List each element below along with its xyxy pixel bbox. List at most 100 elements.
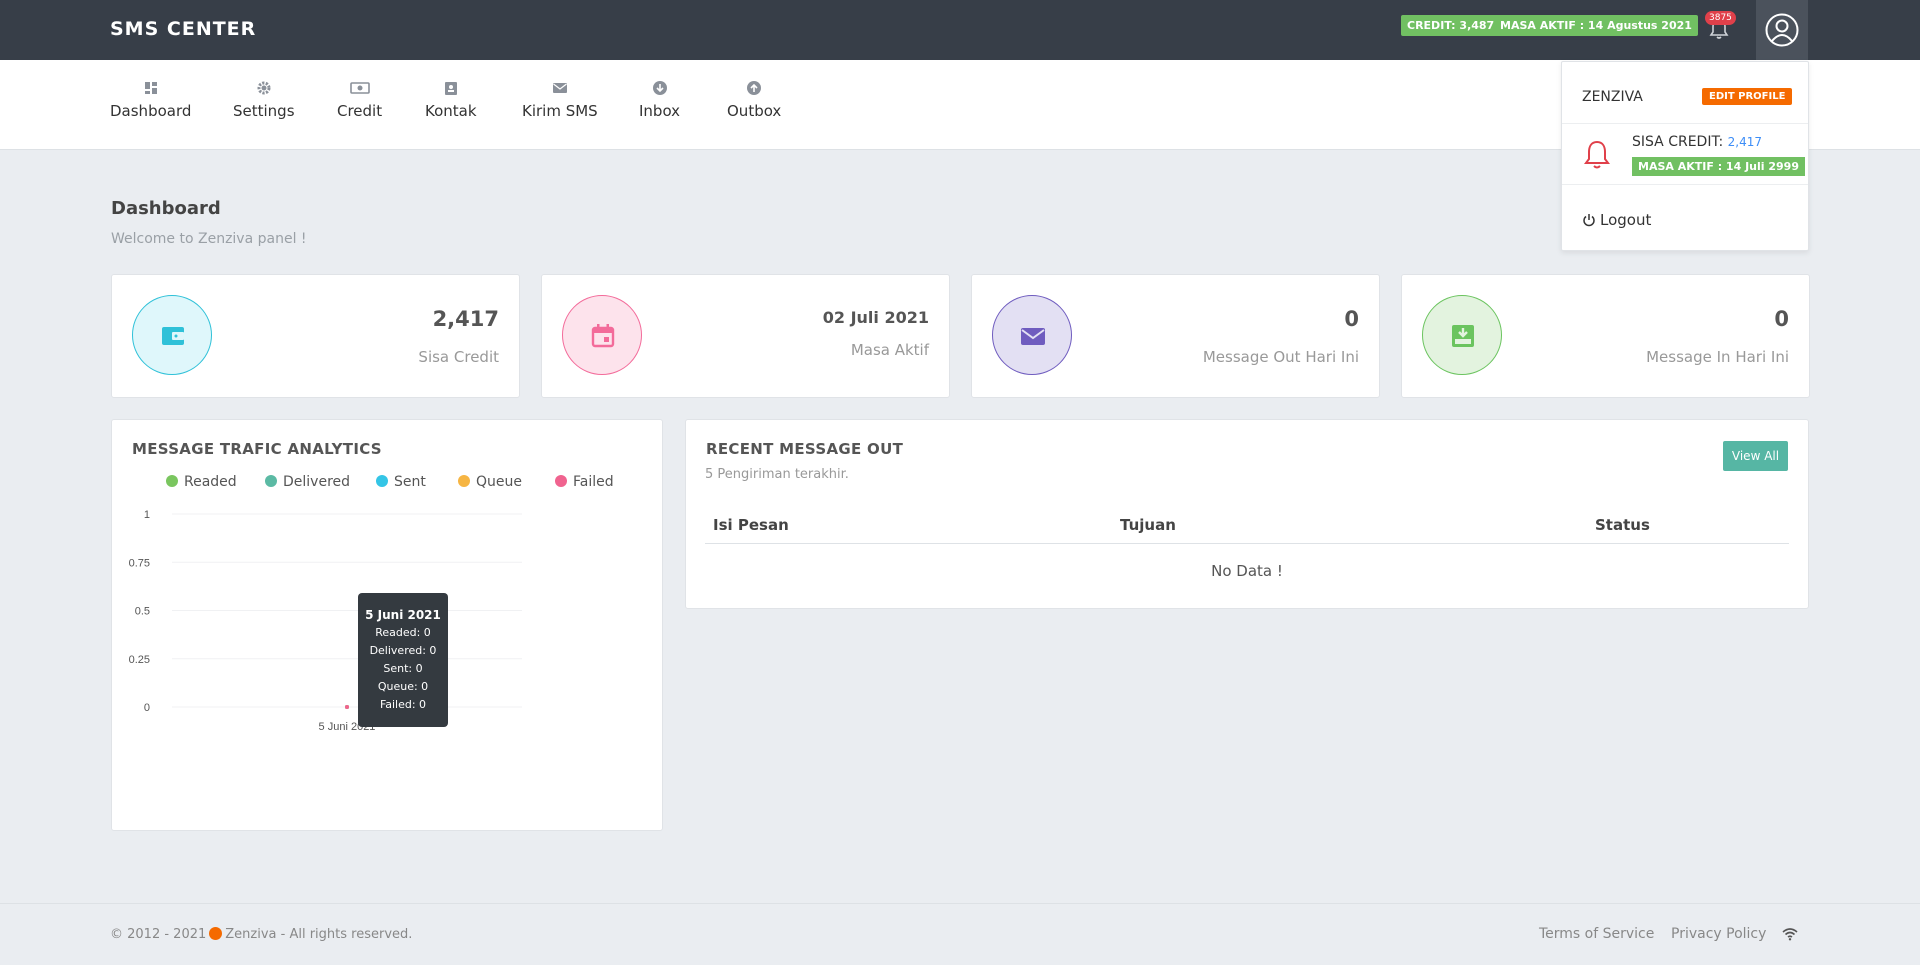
nav-dashboard[interactable]: Dashboard	[110, 80, 191, 120]
copyright-text: © 2012 - 2021 Zenziva - All rights reserv…	[110, 927, 412, 942]
y-tick-label: 1	[144, 509, 150, 521]
nav-inbox[interactable]: Inbox	[639, 80, 680, 120]
stat-value: 2,417	[432, 307, 499, 331]
user-dropdown-menu: ZENZIVA EDIT PROFILE SISA CREDIT: 2,417 …	[1561, 61, 1809, 251]
recent-subtitle: 5 Pengiriman terakhir.	[705, 467, 849, 482]
wallet-icon	[162, 327, 184, 345]
dashboard-icon	[144, 82, 157, 94]
sisa-credit-label: SISA CREDIT:	[1632, 134, 1724, 150]
sisa-credit-value: 2,417	[1727, 135, 1762, 149]
logout-button[interactable]: Logout	[1582, 211, 1651, 229]
notification-count-badge: 3875	[1705, 11, 1736, 25]
terms-link[interactable]: Terms of Service	[1539, 926, 1654, 942]
legend-item-failed[interactable]: Failed	[555, 474, 614, 490]
stat-label: Masa Aktif	[850, 341, 929, 359]
stat-value: 0	[1774, 307, 1789, 331]
stat-label: Message Out Hari Ini	[1202, 348, 1359, 366]
zenziva-logo-icon	[209, 927, 223, 940]
nav-label: Outbox	[727, 102, 782, 120]
privacy-link[interactable]: Privacy Policy	[1671, 926, 1766, 942]
legend-dot-icon	[555, 475, 567, 487]
footer: © 2012 - 2021 Zenziva - All rights reserv…	[0, 903, 1920, 965]
legend-dot-icon	[265, 475, 277, 487]
analytics-card: MESSAGE TRAFIC ANALYTICS 1 0.75 0.5 0.25 0 5 …	[111, 419, 663, 831]
money-icon	[349, 82, 370, 94]
logout-label: Logout	[1600, 211, 1652, 229]
envelope-icon	[552, 83, 567, 93]
nav-label: Credit	[337, 102, 383, 120]
mail-icon	[1021, 328, 1045, 345]
empty-table-message: No Data !	[1211, 562, 1283, 580]
tooltip-line: Sent: 0	[383, 662, 423, 675]
nav-label: Settings	[233, 102, 295, 120]
stat-card-message-out: 0 Message Out Hari Ini	[971, 274, 1380, 398]
nav-label: Kontak	[425, 102, 477, 120]
column-header-tujuan[interactable]: Tujuan	[1120, 516, 1176, 534]
legend-dot-icon	[376, 475, 388, 487]
stat-icon-circle	[132, 295, 212, 375]
data-point-failed[interactable]	[345, 705, 349, 709]
stat-card-message-in: 0 Message In Hari Ini	[1401, 274, 1810, 398]
credit-badge: CREDIT: 3,487	[1401, 15, 1501, 36]
nav-kirim-sms[interactable]: Kirim SMS	[522, 80, 598, 120]
nav-kontak[interactable]: Kontak	[425, 80, 477, 120]
nav-credit[interactable]: Credit	[337, 80, 382, 120]
legend-item-sent[interactable]: Sent	[376, 474, 426, 490]
divider	[1562, 123, 1808, 124]
nav-settings[interactable]: Settings	[233, 80, 295, 120]
chart-tooltip: 5 Juni 2021 Readed: 0 Delivered: 0 Sent:…	[358, 593, 448, 727]
table-header: Isi Pesan Tujuan Status	[705, 516, 1789, 544]
stat-icon-circle	[1422, 295, 1502, 375]
tooltip-line: Failed: 0	[379, 698, 427, 711]
y-tick-label: 0	[144, 702, 150, 714]
nav-label: Kirim SMS	[522, 102, 598, 120]
legend-label: Queue	[476, 474, 522, 490]
legend-item-readed[interactable]: Readed	[166, 474, 237, 490]
arrow-up-icon	[747, 81, 762, 95]
page-subtitle: Welcome to Zenziva panel !	[111, 231, 307, 247]
tooltip-line: Queue: 0	[377, 680, 429, 693]
stat-icon-circle	[562, 295, 642, 375]
company-text: Zenziva - All rights reserved.	[225, 927, 413, 942]
user-menu-button[interactable]	[1756, 0, 1808, 60]
column-header-isi-pesan[interactable]: Isi Pesan	[713, 516, 789, 534]
copyright-years: © 2012 - 2021	[110, 927, 207, 942]
user-avatar-icon	[1765, 13, 1799, 47]
tooltip-line: Readed: 0	[375, 626, 431, 639]
legend-item-delivered[interactable]: Delivered	[265, 474, 350, 490]
inbox-tray-icon	[1452, 325, 1474, 347]
account-name: ZENZIVA	[1582, 89, 1643, 105]
nav-outbox[interactable]: Outbox	[727, 80, 781, 120]
recent-title: RECENT MESSAGE OUT	[706, 440, 904, 458]
power-icon	[1583, 214, 1595, 227]
contact-icon	[444, 82, 457, 95]
masa-aktif-badge: MASA AKTIF : 14 Juli 2999	[1632, 157, 1805, 176]
tooltip-title: 5 Juni 2021	[365, 608, 441, 622]
stat-value: 02 Juli 2021	[822, 308, 929, 327]
brand-logo[interactable]: SMS CENTER	[110, 18, 256, 40]
view-all-button[interactable]: View All	[1723, 441, 1788, 471]
legend-label: Failed	[573, 474, 614, 490]
legend-label: Delivered	[283, 474, 351, 490]
arrow-down-icon	[652, 81, 667, 95]
column-header-status[interactable]: Status	[1595, 516, 1650, 534]
stat-label: Sisa Credit	[418, 348, 499, 366]
gear-icon	[257, 81, 271, 95]
legend-dot-icon	[166, 475, 178, 487]
legend-label: Sent	[394, 474, 426, 490]
divider	[1562, 184, 1808, 185]
tooltip-line: Delivered: 0	[369, 644, 437, 657]
edit-profile-button[interactable]: EDIT PROFILE	[1702, 88, 1793, 105]
recent-message-card: RECENT MESSAGE OUT 5 Pengiriman terakhir…	[685, 419, 1809, 609]
legend-label: Readed	[184, 474, 237, 490]
top-bar: SMS CENTER CREDIT: 3,487 MASA AKTIF : 14…	[0, 0, 1920, 60]
page-title: Dashboard	[111, 198, 221, 219]
legend-item-queue[interactable]: Queue	[458, 474, 522, 490]
y-tick-label: 0.75	[129, 557, 150, 569]
calendar-icon	[591, 324, 615, 348]
y-tick-label: 0.5	[135, 606, 150, 618]
stat-card-sisa-credit: 2,417 Sisa Credit	[111, 274, 520, 398]
stat-value: 0	[1344, 307, 1359, 331]
sisa-credit-info: SISA CREDIT: 2,417	[1632, 134, 1762, 150]
y-tick-label: 0.25	[129, 654, 150, 666]
